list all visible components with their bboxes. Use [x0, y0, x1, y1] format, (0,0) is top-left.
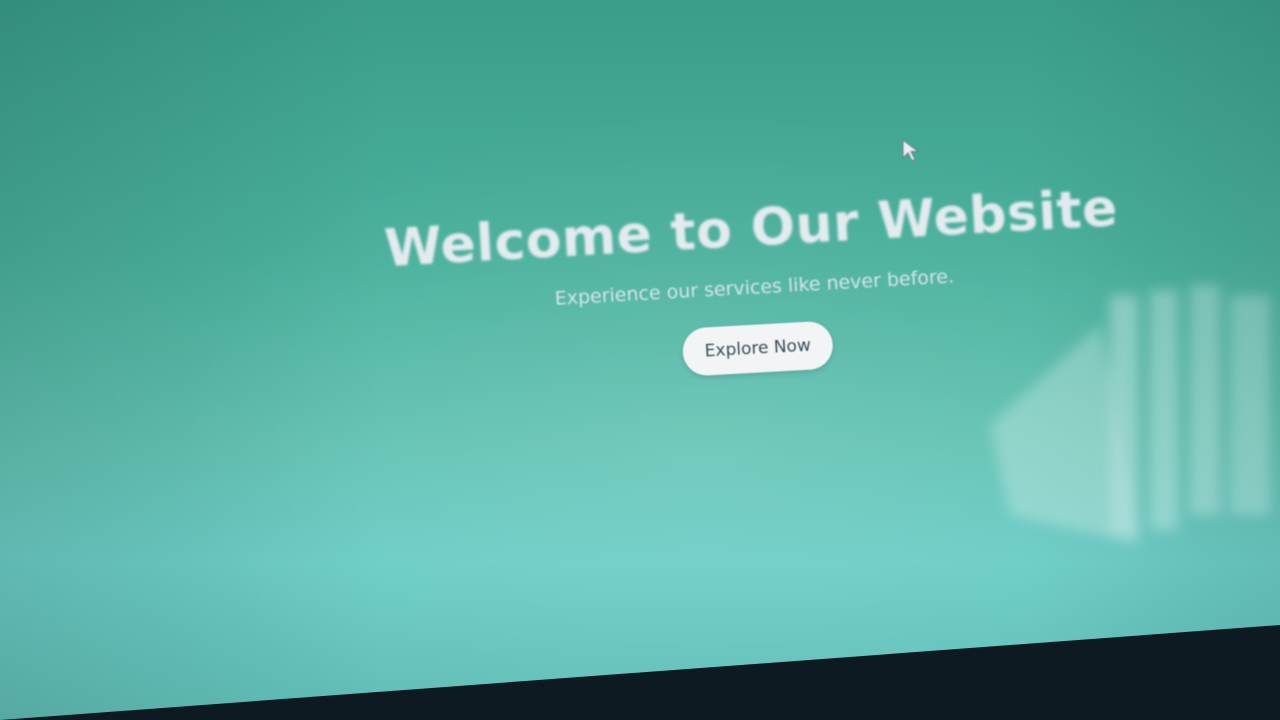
mouse-pointer-icon — [902, 138, 920, 162]
explore-now-button[interactable]: Explore Now — [681, 320, 835, 377]
window-reflection — [990, 285, 1270, 545]
monitor-screen: Welcome to Our Website Experience our se… — [0, 0, 1280, 720]
